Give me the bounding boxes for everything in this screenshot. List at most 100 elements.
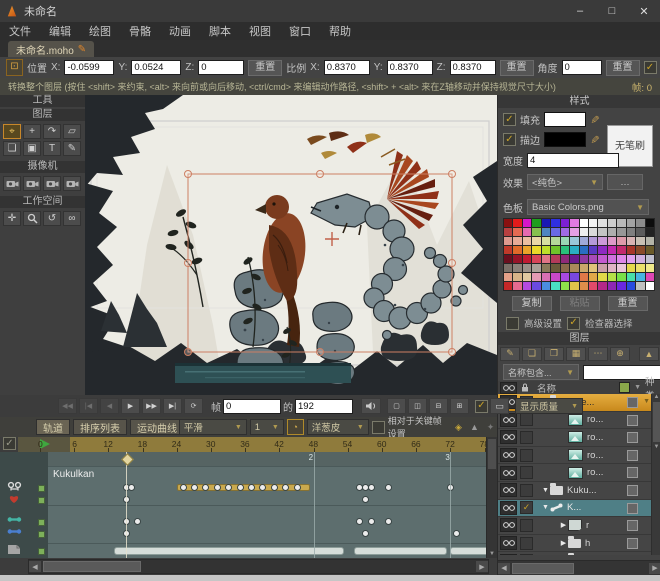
zoom-workspace-tool[interactable] xyxy=(23,211,41,226)
palette-swatch[interactable] xyxy=(542,273,550,281)
collapse-panel-icon[interactable]: ▲ xyxy=(639,347,659,361)
palette-swatch[interactable] xyxy=(608,264,616,272)
palette-swatch[interactable] xyxy=(608,237,616,245)
bone-translate-channel-icon[interactable] xyxy=(7,515,22,524)
palette-swatch[interactable] xyxy=(561,219,569,227)
keyframe-dot[interactable] xyxy=(271,484,278,491)
close-button[interactable]: ✕ xyxy=(628,0,660,22)
frame-box-icon[interactable]: ▭ xyxy=(490,398,509,414)
menu-item-动画[interactable]: 动画 xyxy=(160,23,200,39)
action-channel-icon[interactable] xyxy=(7,493,21,504)
layer-channel-icon[interactable] xyxy=(7,544,21,555)
palette-swatch[interactable] xyxy=(580,282,588,290)
palette-swatch[interactable] xyxy=(561,273,569,281)
visibility-icon[interactable] xyxy=(500,448,517,462)
palette-swatch[interactable] xyxy=(513,237,521,245)
keyframe-dot[interactable] xyxy=(237,484,244,491)
palette-swatch[interactable] xyxy=(636,255,644,263)
channel-enabled-dot[interactable] xyxy=(38,497,45,504)
scrollbar-thumb[interactable] xyxy=(43,561,141,572)
chevron-down-icon[interactable]: ▼ xyxy=(634,384,641,391)
palette-swatch[interactable] xyxy=(598,264,606,272)
palette-swatch[interactable] xyxy=(542,228,550,236)
layer-row[interactable]: ▼Kuku... xyxy=(498,482,652,500)
palette-swatch[interactable] xyxy=(551,282,559,290)
menu-item-绘图[interactable]: 绘图 xyxy=(80,23,120,39)
palette-swatch[interactable] xyxy=(542,246,550,254)
palette-swatch[interactable] xyxy=(561,228,569,236)
palette-swatch[interactable] xyxy=(513,264,521,272)
speaker-icon[interactable] xyxy=(361,398,381,414)
palette-swatch[interactable] xyxy=(627,273,635,281)
palette-swatch[interactable] xyxy=(580,219,588,227)
palette-swatch[interactable] xyxy=(513,255,521,263)
palette-swatch[interactable] xyxy=(551,255,559,263)
layout-toggle-icon-2[interactable]: ⊟ xyxy=(429,398,448,414)
palette-swatch[interactable] xyxy=(636,228,644,236)
palette-swatch[interactable] xyxy=(627,282,635,290)
layer-duration-capsule[interactable] xyxy=(354,547,447,555)
palette-swatch[interactable] xyxy=(636,273,644,281)
go-to-end-button[interactable]: ▶| xyxy=(163,398,182,414)
layer-checkbox[interactable] xyxy=(520,554,533,555)
palette-swatch[interactable] xyxy=(504,237,512,245)
palette-swatch[interactable] xyxy=(561,255,569,263)
palette-swatch[interactable] xyxy=(646,237,654,245)
palette-swatch[interactable] xyxy=(570,228,578,236)
palette-swatch[interactable] xyxy=(589,282,597,290)
palette-swatch[interactable] xyxy=(513,228,521,236)
palette-swatch[interactable] xyxy=(580,273,588,281)
delete-layer-icon[interactable]: ▦ xyxy=(566,347,586,361)
visibility-icon[interactable] xyxy=(500,501,517,515)
channel-enabled-dot[interactable] xyxy=(38,531,45,538)
palette-swatch[interactable] xyxy=(504,273,512,281)
palette-swatch[interactable] xyxy=(589,228,597,236)
palette-swatch[interactable] xyxy=(570,237,578,245)
pan-workspace-tool[interactable]: ✛ xyxy=(3,211,21,226)
scale-x-input[interactable] xyxy=(324,60,370,75)
palette-swatch[interactable] xyxy=(636,282,644,290)
palette-swatch[interactable] xyxy=(598,282,606,290)
palette-swatch[interactable] xyxy=(589,219,597,227)
layer-row[interactable]: ro... xyxy=(498,447,652,465)
palette-swatch[interactable] xyxy=(532,228,540,236)
keyframe-dot[interactable] xyxy=(214,484,221,491)
palette-swatch[interactable] xyxy=(513,246,521,254)
visibility-icon[interactable] xyxy=(500,413,517,427)
palette-swatch[interactable] xyxy=(617,237,625,245)
playback-disabled-1[interactable]: |◀ xyxy=(79,398,98,414)
layer-color-chip[interactable] xyxy=(627,450,638,461)
palette-swatch[interactable] xyxy=(523,219,531,227)
width-input[interactable] xyxy=(527,153,619,168)
palette-swatch[interactable] xyxy=(636,219,644,227)
palette-swatch[interactable] xyxy=(646,273,654,281)
stroke-checkbox[interactable]: ✓ xyxy=(503,133,516,146)
layer-checkbox[interactable] xyxy=(520,413,533,426)
palette-swatch[interactable] xyxy=(551,246,559,254)
palette-swatch[interactable] xyxy=(646,282,654,290)
palette-swatch[interactable] xyxy=(532,282,540,290)
scrollbar-thumb[interactable] xyxy=(512,563,574,574)
palette-swatch[interactable] xyxy=(542,237,550,245)
palette-swatch[interactable] xyxy=(570,273,578,281)
palette-swatch[interactable] xyxy=(646,264,654,272)
scale-y-input[interactable] xyxy=(387,60,433,75)
camera-zoom-tool[interactable] xyxy=(23,176,41,191)
rotate-workspace-tool[interactable]: ↺ xyxy=(43,211,61,226)
document-tab[interactable]: 未命名.moho ✎ xyxy=(8,41,94,57)
palette-swatch[interactable] xyxy=(504,228,512,236)
palette-swatch[interactable] xyxy=(608,273,616,281)
keyframe-dot[interactable] xyxy=(248,484,255,491)
palette-swatch[interactable] xyxy=(589,237,597,245)
keyframe-dot[interactable] xyxy=(356,518,363,525)
copy-style-button[interactable]: 复制 xyxy=(512,296,552,311)
layer-color-chip[interactable] xyxy=(627,397,638,408)
palette-swatch[interactable] xyxy=(580,237,588,245)
keyframe-dot[interactable] xyxy=(385,484,392,491)
swatch-file-dropdown[interactable]: Basic Colors.png ▼ xyxy=(527,199,649,215)
palette-swatch[interactable] xyxy=(523,228,531,236)
chevron-down-icon[interactable]: ▼ xyxy=(643,398,650,405)
layer-color-chip[interactable] xyxy=(627,503,638,514)
keyframe-dot[interactable] xyxy=(180,484,187,491)
palette-swatch[interactable] xyxy=(551,237,559,245)
